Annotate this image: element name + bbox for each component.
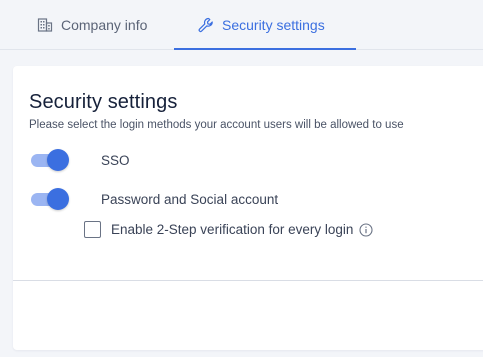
tab-security-settings[interactable]: Security settings [174, 0, 356, 50]
password-social-option: Password and Social account [31, 188, 278, 210]
section-subtitle: Please select the login methods your acc… [29, 119, 404, 131]
sso-option: SSO [31, 149, 130, 171]
sso-toggle[interactable] [31, 149, 69, 171]
section-title: Security settings [29, 91, 178, 113]
info-icon[interactable] [359, 222, 373, 237]
tab-bar: Company info Security settings [0, 0, 483, 50]
sso-label: SSO [101, 152, 130, 168]
tab-company-info[interactable]: Company info [37, 0, 147, 49]
toggle-knob [47, 149, 69, 171]
toggle-knob [47, 188, 69, 210]
building-icon [37, 17, 53, 33]
security-settings-card: Security settings Please select the logi… [13, 66, 483, 350]
wrench-icon [198, 17, 214, 33]
divider [13, 280, 483, 281]
password-social-label: Password and Social account [101, 191, 279, 207]
tab-label: Security settings [222, 16, 325, 33]
two-step-label: Enable 2-Step verification for every log… [111, 222, 354, 237]
two-step-checkbox[interactable] [84, 221, 101, 238]
password-social-toggle[interactable] [31, 188, 69, 210]
two-step-option: Enable 2-Step verification for every log… [84, 221, 373, 238]
tab-label: Company info [61, 16, 148, 33]
